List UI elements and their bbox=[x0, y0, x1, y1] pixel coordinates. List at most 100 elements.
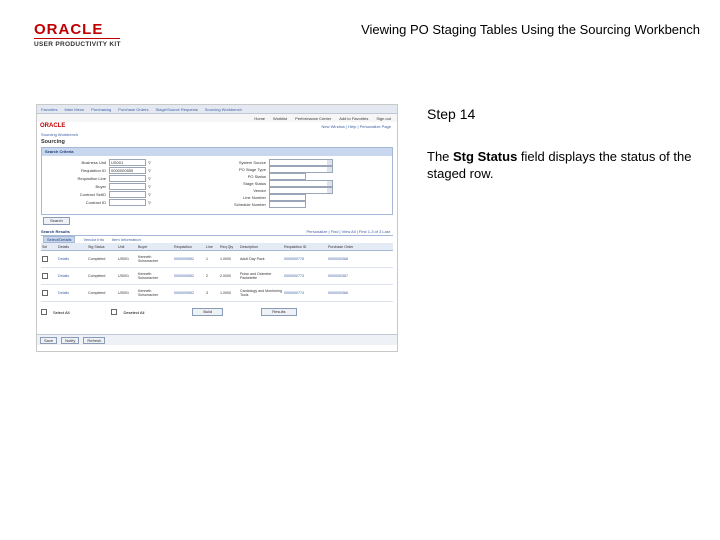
field-label: Schedule Number bbox=[233, 202, 266, 207]
notify-button[interactable]: Notify bbox=[61, 336, 80, 344]
step-description: The Stg Status field displays the status… bbox=[427, 148, 697, 182]
logo-rule bbox=[34, 38, 120, 39]
nav-favorites[interactable]: Favorites bbox=[41, 107, 57, 112]
oracle-wordmark: ORACLE bbox=[34, 21, 104, 38]
schedule-number-field[interactable] bbox=[269, 201, 306, 208]
requisition-link[interactable]: 0000000552 bbox=[173, 267, 205, 285]
breadcrumb[interactable]: Sourcing Workbench bbox=[37, 130, 397, 137]
results-button[interactable]: Results bbox=[261, 308, 297, 316]
system-source-select[interactable] bbox=[269, 159, 333, 166]
build-button[interactable]: Build bbox=[192, 308, 224, 316]
criteria-fields: Business Unit US001 ⚲ Requisition ID 000000… bbox=[42, 156, 392, 214]
oracle-bar: ORACLE New Window | Help | Personalize P… bbox=[37, 122, 397, 130]
lookup-icon[interactable]: ⚲ bbox=[148, 192, 151, 197]
col-purchase-order: Purchase Order bbox=[327, 243, 393, 251]
lookup-icon[interactable]: ⚲ bbox=[148, 184, 151, 189]
ribbon-sign-out[interactable]: Sign out bbox=[376, 116, 391, 121]
results-navigation[interactable]: Personalize | Find | View All | First 1-… bbox=[306, 229, 390, 234]
grid-footer: Select All Deselect All Build Results bbox=[41, 308, 393, 316]
stage-status-select[interactable] bbox=[269, 180, 333, 187]
criteria-row: System Source bbox=[202, 159, 333, 166]
field-label: Requisition ID bbox=[81, 168, 106, 173]
requisition-link[interactable]: 0000000552 bbox=[173, 284, 205, 302]
purchase-order-link[interactable]: 0000000368 bbox=[327, 250, 393, 268]
ribbon-add-favorites[interactable]: Add to Favorites bbox=[339, 116, 368, 121]
business-unit-field[interactable]: US001 bbox=[109, 159, 146, 166]
contract-setid-field[interactable] bbox=[109, 191, 146, 198]
purchase-order-link[interactable]: 0000000367 bbox=[327, 267, 393, 285]
criteria-row: Line Number bbox=[202, 194, 306, 201]
requisition-id-field[interactable]: 0000000555 bbox=[109, 167, 146, 174]
field-label: Business Unit bbox=[81, 160, 106, 165]
details-link[interactable]: Details bbox=[57, 284, 87, 302]
col-stg-status: Stg Status bbox=[87, 243, 117, 251]
buyer-field[interactable] bbox=[109, 183, 146, 190]
search-button[interactable]: Search bbox=[43, 217, 70, 225]
purchase-order-link[interactable]: 0000000366 bbox=[327, 284, 393, 302]
ribbon-performance-center[interactable]: Performance Center bbox=[295, 116, 331, 121]
nav-main-menu[interactable]: Main Menu bbox=[64, 107, 84, 112]
page-title: Sourcing bbox=[41, 139, 65, 145]
tab-item-information[interactable]: Item Information bbox=[112, 237, 141, 242]
requisition-id-link[interactable]: 0000000776 bbox=[283, 250, 327, 268]
buyer-value: Kenneth Schumacher bbox=[137, 267, 173, 285]
document-title: Viewing PO Staging Tables Using the Sour… bbox=[361, 22, 700, 37]
criteria-row: PO Status bbox=[202, 173, 306, 180]
deselect-all-checkbox[interactable] bbox=[111, 309, 118, 315]
col-line: Line bbox=[205, 243, 219, 251]
buyer-value: Kenneth Schumacher bbox=[137, 284, 173, 302]
deselect-all-label[interactable]: Deselect All bbox=[123, 310, 144, 315]
unit-value: US001 bbox=[117, 250, 137, 268]
stg-status-value: Completed bbox=[87, 250, 117, 268]
criteria-row: Requisition ID 0000000555 ⚲ bbox=[42, 167, 151, 174]
header-ribbon: Home Worklist Performance Center Add to … bbox=[37, 114, 397, 122]
search-criteria-header[interactable]: Search Criteria bbox=[42, 148, 392, 156]
header-links[interactable]: New Window | Help | Personalize Page bbox=[322, 124, 391, 129]
lookup-icon[interactable]: ⚲ bbox=[148, 160, 151, 165]
requisition-id-link[interactable]: 0000000773 bbox=[283, 267, 327, 285]
col-sel: Sel bbox=[41, 243, 57, 251]
details-link[interactable]: Details bbox=[57, 267, 87, 285]
requisition-id-link[interactable]: 0000000774 bbox=[283, 284, 327, 302]
nav-purchasing[interactable]: Purchasing bbox=[91, 107, 111, 112]
po-stage-type-select[interactable] bbox=[269, 166, 333, 173]
requisition-line-field[interactable] bbox=[109, 175, 146, 182]
stg-status-term: Stg Status bbox=[453, 149, 518, 164]
nav-purchase-orders[interactable]: Purchase Orders bbox=[118, 107, 148, 112]
requisition-link[interactable]: 0000000552 bbox=[173, 250, 205, 268]
row-select-checkbox[interactable] bbox=[42, 255, 48, 262]
contract-id-field[interactable] bbox=[109, 199, 146, 206]
vendor-select[interactable] bbox=[269, 187, 333, 194]
search-results-header: Search Results Personalize | Find | View… bbox=[41, 228, 393, 236]
line-number-field[interactable] bbox=[269, 194, 306, 201]
refresh-button[interactable]: Refresh bbox=[83, 336, 106, 344]
nav-stage-source-requests[interactable]: Stage/Source Requests bbox=[156, 107, 198, 112]
ribbon-worklist[interactable]: Worklist bbox=[273, 116, 287, 121]
nav-sourcing-workbench[interactable]: Sourcing Workbench bbox=[205, 107, 242, 112]
table-row: Details Completed US001 Kenneth Schumach… bbox=[41, 250, 393, 268]
oracle-upk-logo: ORACLE USER PRODUCTIVITY KIT bbox=[34, 22, 134, 48]
lookup-icon[interactable]: ⚲ bbox=[148, 168, 151, 173]
results-tabs: Select/Details Vendor Info Item Informat… bbox=[41, 236, 393, 243]
select-all-checkbox[interactable] bbox=[41, 309, 47, 315]
details-link[interactable]: Details bbox=[57, 250, 87, 268]
col-requisition-id: Requisition ID bbox=[283, 243, 327, 251]
select-all-label[interactable]: Select All bbox=[53, 310, 69, 315]
row-select-checkbox[interactable] bbox=[42, 272, 48, 279]
tab-select-details[interactable]: Select/Details bbox=[43, 236, 76, 243]
top-navigation: Favorites Main Menu Purchasing Purchase … bbox=[37, 105, 397, 114]
po-status-field[interactable] bbox=[269, 173, 306, 180]
lookup-icon[interactable]: ⚲ bbox=[148, 176, 151, 181]
buyer-value: Kenneth Schumacher bbox=[137, 250, 173, 268]
criteria-row: Stage Status bbox=[202, 180, 333, 187]
step-text-pre: The bbox=[427, 149, 454, 164]
table-row: Details Completed US001 Kenneth Schumach… bbox=[41, 284, 393, 302]
criteria-row: PO Stage Type bbox=[202, 166, 333, 173]
save-button[interactable]: Save bbox=[40, 336, 58, 344]
field-label: Requisition Line bbox=[77, 176, 106, 181]
ribbon-home[interactable]: Home bbox=[254, 116, 265, 121]
row-select-checkbox[interactable] bbox=[42, 289, 48, 296]
tab-vendor-info[interactable]: Vendor Info bbox=[83, 237, 103, 242]
lookup-icon[interactable]: ⚲ bbox=[148, 200, 151, 205]
line-value: 3 bbox=[205, 284, 219, 302]
